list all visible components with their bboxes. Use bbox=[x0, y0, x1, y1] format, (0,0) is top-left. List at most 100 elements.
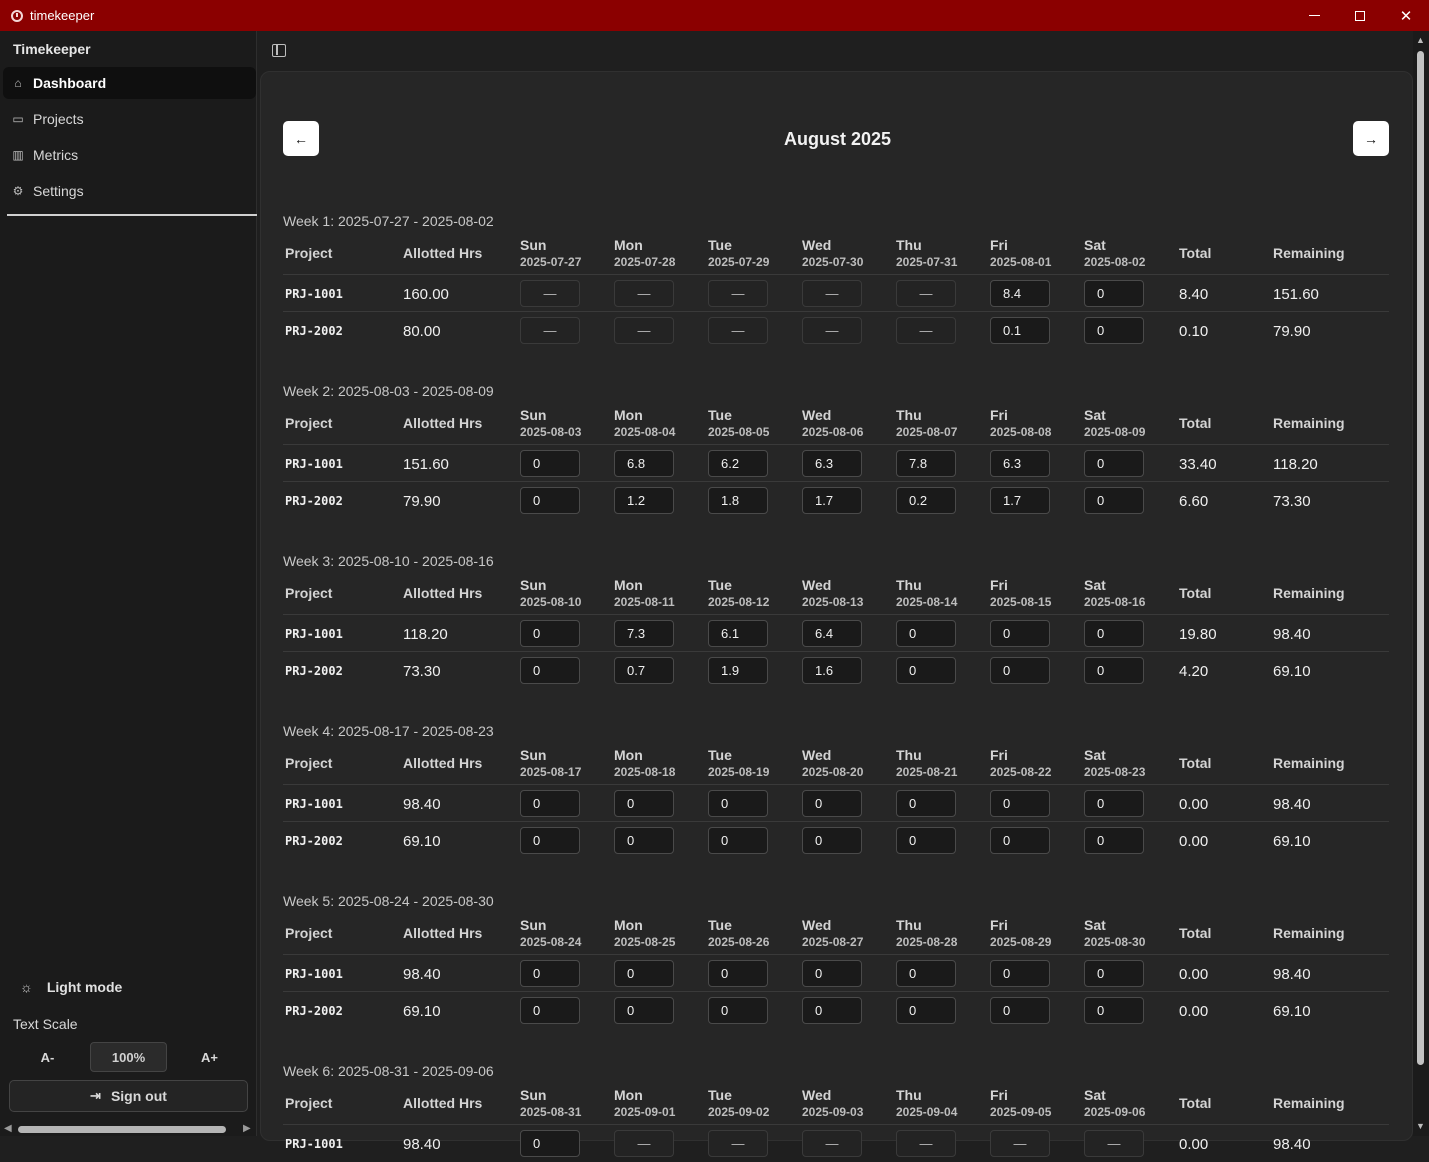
hours-input-disabled: — bbox=[896, 1130, 956, 1157]
hours-input[interactable]: 6.8 bbox=[614, 450, 674, 477]
hours-input[interactable]: 0 bbox=[614, 997, 674, 1024]
remaining-hours: 69.10 bbox=[1273, 833, 1311, 850]
hours-input[interactable]: 0 bbox=[802, 827, 862, 854]
hours-input[interactable]: 0 bbox=[990, 657, 1050, 684]
hours-input[interactable]: 0 bbox=[990, 960, 1050, 987]
hours-input[interactable]: 0 bbox=[990, 620, 1050, 647]
hours-input[interactable]: 0 bbox=[520, 997, 580, 1024]
maximize-button[interactable] bbox=[1337, 0, 1383, 31]
day-name: Wed bbox=[802, 1087, 832, 1103]
hours-input[interactable]: 0 bbox=[896, 997, 956, 1024]
hours-input[interactable]: 1.8 bbox=[708, 487, 768, 514]
hours-input[interactable]: 6.3 bbox=[990, 450, 1050, 477]
hours-input[interactable]: 6.4 bbox=[802, 620, 862, 647]
minimize-button[interactable] bbox=[1291, 0, 1337, 31]
column-header-day: Wed 2025-08-20 bbox=[802, 747, 863, 779]
column-header-day: Tue 2025-08-26 bbox=[708, 917, 769, 949]
hours-input[interactable]: 0 bbox=[708, 827, 768, 854]
hours-input[interactable]: 0 bbox=[1084, 790, 1144, 817]
hours-input[interactable]: 0.7 bbox=[614, 657, 674, 684]
hours-input[interactable]: 0 bbox=[520, 620, 580, 647]
day-name: Mon bbox=[614, 577, 643, 593]
total-hours: 33.40 bbox=[1179, 456, 1217, 473]
scrollbar-thumb[interactable] bbox=[1417, 51, 1424, 1065]
hours-input[interactable]: 1.6 bbox=[802, 657, 862, 684]
hours-input-disabled: — bbox=[520, 280, 580, 307]
scrollbar-thumb[interactable] bbox=[18, 1126, 226, 1133]
hours-input[interactable]: 0 bbox=[1084, 487, 1144, 514]
day-name: Sat bbox=[1084, 1087, 1106, 1103]
sidebar-item-projects[interactable]: ▭ Projects bbox=[3, 103, 256, 135]
hours-input[interactable]: 0 bbox=[990, 790, 1050, 817]
remaining-hours: 98.40 bbox=[1273, 626, 1311, 643]
scroll-down-icon[interactable]: ▼ bbox=[1416, 1121, 1425, 1131]
scroll-up-icon[interactable]: ▲ bbox=[1416, 35, 1425, 45]
sidebar-item-settings[interactable]: ⚙ Settings bbox=[3, 175, 256, 207]
light-mode-toggle[interactable]: ☼ Light mode bbox=[20, 979, 122, 995]
hours-input[interactable]: 0 bbox=[896, 960, 956, 987]
sidebar-horizontal-scrollbar[interactable]: ◀ ▶ bbox=[0, 1123, 257, 1136]
hours-input[interactable]: 0 bbox=[896, 790, 956, 817]
text-scale-increase-button[interactable]: A+ bbox=[171, 1041, 248, 1073]
hours-input[interactable]: 0.2 bbox=[896, 487, 956, 514]
vertical-scrollbar[interactable]: ▲ ▼ bbox=[1413, 31, 1429, 1136]
hours-input[interactable]: 1.2 bbox=[614, 487, 674, 514]
hours-input[interactable]: 1.7 bbox=[990, 487, 1050, 514]
project-code: PRJ-2002 bbox=[285, 324, 343, 338]
hours-input[interactable]: 0 bbox=[520, 960, 580, 987]
hours-input[interactable]: 0 bbox=[896, 827, 956, 854]
hours-input[interactable]: 0 bbox=[708, 790, 768, 817]
project-code: PRJ-1001 bbox=[285, 967, 343, 981]
hours-input[interactable]: 0 bbox=[614, 827, 674, 854]
hours-input[interactable]: 0 bbox=[520, 487, 580, 514]
hours-input[interactable]: 0 bbox=[520, 827, 580, 854]
day-name: Wed bbox=[802, 407, 832, 423]
hours-input[interactable]: 0 bbox=[896, 620, 956, 647]
hours-input[interactable]: 6.2 bbox=[708, 450, 768, 477]
hours-input[interactable]: 0 bbox=[1084, 450, 1144, 477]
hours-input[interactable]: 0 bbox=[1084, 997, 1144, 1024]
hours-input[interactable]: 0 bbox=[990, 827, 1050, 854]
hours-input[interactable]: 0 bbox=[1084, 317, 1144, 344]
hours-input[interactable]: 6.3 bbox=[802, 450, 862, 477]
hours-input[interactable]: 0 bbox=[614, 790, 674, 817]
hours-input[interactable]: 6.1 bbox=[708, 620, 768, 647]
close-button[interactable]: ✕ bbox=[1383, 0, 1429, 31]
hours-input[interactable]: 0.1 bbox=[990, 317, 1050, 344]
hours-input[interactable]: 0 bbox=[520, 1130, 580, 1157]
hours-input[interactable]: 0 bbox=[1084, 620, 1144, 647]
text-scale-decrease-button[interactable]: A- bbox=[9, 1041, 86, 1073]
hours-input[interactable]: 0 bbox=[708, 997, 768, 1024]
hours-input[interactable]: 1.7 bbox=[802, 487, 862, 514]
day-date: 2025-08-17 bbox=[520, 765, 582, 779]
hours-input[interactable]: 0 bbox=[1084, 827, 1144, 854]
hours-input[interactable]: 0 bbox=[1084, 960, 1144, 987]
column-header-day: Thu 2025-08-14 bbox=[896, 577, 957, 609]
hours-input[interactable]: 0 bbox=[896, 657, 956, 684]
sidebar-item-metrics[interactable]: ▥ Metrics bbox=[3, 139, 256, 171]
hours-input[interactable]: 0 bbox=[990, 997, 1050, 1024]
allotted-hours: 98.40 bbox=[403, 796, 441, 813]
hours-input[interactable]: 8.4 bbox=[990, 280, 1050, 307]
sidebar-toggle-icon[interactable] bbox=[272, 44, 286, 57]
hours-input[interactable]: 0 bbox=[520, 790, 580, 817]
scroll-left-icon[interactable]: ◀ bbox=[4, 1123, 12, 1134]
allotted-hours: 80.00 bbox=[403, 323, 441, 340]
hours-input[interactable]: 0 bbox=[520, 657, 580, 684]
scroll-right-icon[interactable]: ▶ bbox=[243, 1123, 251, 1134]
hours-input[interactable]: 0 bbox=[708, 960, 768, 987]
hours-input[interactable]: 0 bbox=[802, 790, 862, 817]
column-header-day: Fri 2025-09-05 bbox=[990, 1087, 1051, 1119]
sidebar-item-dashboard[interactable]: ⌂ Dashboard bbox=[3, 67, 256, 99]
hours-input[interactable]: 7.3 bbox=[614, 620, 674, 647]
hours-input[interactable]: 0 bbox=[802, 960, 862, 987]
hours-input[interactable]: 0 bbox=[614, 960, 674, 987]
hours-input[interactable]: 0 bbox=[802, 997, 862, 1024]
hours-input[interactable]: 0 bbox=[1084, 657, 1144, 684]
hours-input[interactable]: 0 bbox=[520, 450, 580, 477]
hours-input[interactable]: 1.9 bbox=[708, 657, 768, 684]
next-month-button[interactable]: → bbox=[1353, 121, 1389, 156]
hours-input[interactable]: 7.8 bbox=[896, 450, 956, 477]
sign-out-button[interactable]: ⇥ Sign out bbox=[9, 1080, 248, 1112]
hours-input[interactable]: 0 bbox=[1084, 280, 1144, 307]
